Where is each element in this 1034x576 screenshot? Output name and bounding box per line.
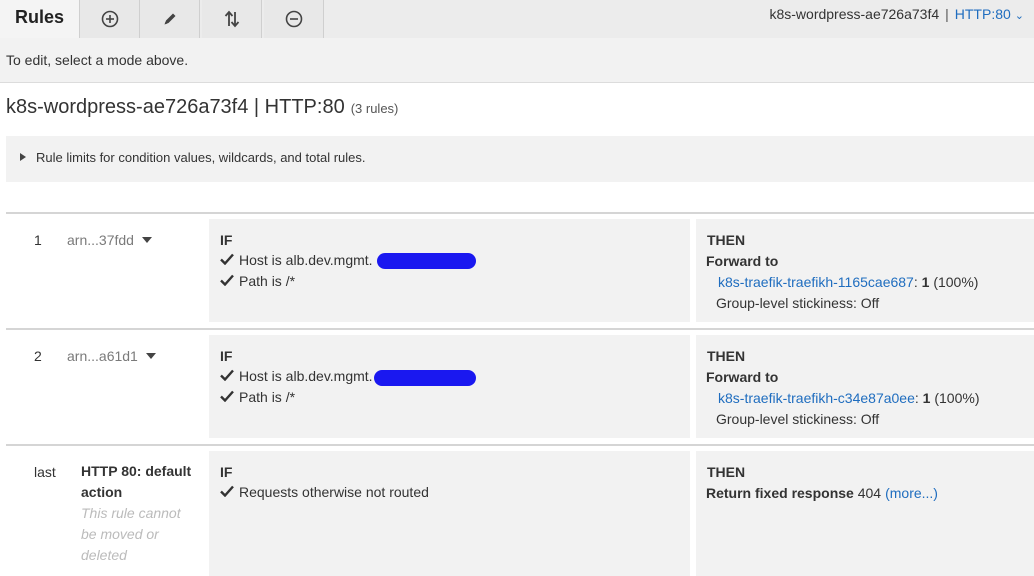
target-group-entry: k8s-traefik-traefikh-c34e87a0ee: 1 (100%…: [718, 390, 980, 406]
then-action-box: THEN Forward to k8s-traefik-traefikh-116…: [696, 219, 1034, 322]
target-separator: :: [913, 274, 918, 290]
forward-to-label: Forward to: [706, 369, 779, 385]
rule-arn-dropdown[interactable]: arn...a61d1: [67, 348, 156, 364]
breadcrumb-load-balancer: k8s-wordpress-ae726a73f4: [769, 6, 940, 22]
check-icon: [220, 273, 234, 289]
condition-text: Requests otherwise not routed: [239, 484, 429, 500]
reorder-rules-tab[interactable]: [202, 0, 262, 38]
fixed-response-label: Return fixed response: [706, 485, 854, 501]
rule-arn: arn...37fdd: [67, 232, 134, 248]
then-label: THEN: [707, 464, 746, 480]
stickiness-status: Group-level stickiness: Off: [716, 295, 880, 311]
then-action-box: THEN Return fixed response 404 (more...): [696, 451, 1034, 576]
if-conditions-box: IF Requests otherwise not routed: [209, 451, 690, 576]
if-conditions-box: IF Host is alb.dev.mgmt. Path is /*: [209, 335, 690, 438]
rule-row: 1 arn...37fdd IF Host is alb.dev.mgmt. P…: [0, 214, 1034, 328]
breadcrumb-separator: |: [945, 6, 949, 22]
rule-priority: 1: [34, 232, 42, 248]
breadcrumb: k8s-wordpress-ae726a73f4 | HTTP:80 ⌄: [769, 6, 1024, 22]
pencil-icon: [164, 13, 175, 25]
target-weight: 1: [922, 390, 931, 406]
redaction-mark: [374, 370, 476, 386]
condition-item: Host is alb.dev.mgmt.: [220, 368, 373, 384]
then-label: THEN: [707, 232, 746, 248]
rule-priority: 2: [34, 348, 42, 364]
condition-item: Requests otherwise not routed: [220, 484, 429, 500]
rule-row: 2 arn...a61d1 IF Host is alb.dev.mgmt. P…: [0, 330, 1034, 444]
condition-text: Path is /*: [239, 273, 296, 289]
status-code: 404: [857, 485, 882, 501]
if-label: IF: [220, 464, 233, 480]
caret-right-icon: [20, 153, 26, 161]
edit-hint: To edit, select a mode above.: [0, 38, 1034, 83]
check-icon: [220, 368, 234, 384]
target-group-link[interactable]: k8s-traefik-traefikh-c34e87a0ee: [718, 390, 915, 406]
check-icon: [220, 252, 234, 268]
chevron-down-icon[interactable]: ⌄: [1015, 10, 1024, 22]
more-link[interactable]: (more...): [885, 485, 938, 501]
target-weight-percent: (100%): [933, 274, 979, 290]
minus-circle-icon: [285, 10, 302, 28]
target-weight: 1: [921, 274, 930, 290]
caret-down-icon[interactable]: [145, 353, 156, 359]
check-icon: [220, 389, 234, 405]
delete-rules-tab[interactable]: [264, 0, 324, 38]
condition-text: Host is alb.dev.mgmt.: [239, 368, 373, 384]
condition-item: Host is alb.dev.mgmt.: [220, 252, 373, 268]
rule-arn: arn...a61d1: [67, 348, 138, 364]
if-label: IF: [220, 348, 233, 364]
plus-circle-icon: [101, 10, 118, 28]
then-label: THEN: [707, 348, 746, 364]
redaction-mark: [377, 253, 476, 269]
check-icon: [220, 484, 234, 500]
listener-dropdown[interactable]: HTTP:80: [955, 6, 1011, 22]
edit-rules-tab[interactable]: [140, 0, 200, 38]
caret-down-icon[interactable]: [141, 237, 152, 243]
condition-item: Path is /*: [220, 273, 295, 289]
if-conditions-box: IF Host is alb.dev.mgmt. Path is /*: [209, 219, 690, 322]
rule-row-default: last HTTP 80: default action This rule c…: [0, 446, 1034, 576]
page-title-text: k8s-wordpress-ae726a73f4 | HTTP:80: [6, 96, 345, 118]
target-weight-percent: (100%): [934, 390, 980, 406]
stickiness-status: Group-level stickiness: Off: [716, 411, 880, 427]
then-action-box: THEN Forward to k8s-traefik-traefikh-c34…: [696, 335, 1034, 438]
page-title: k8s-wordpress-ae726a73f4 | HTTP:80 (3 rul…: [6, 96, 398, 119]
forward-to-label: Forward to: [706, 253, 779, 269]
target-group-entry: k8s-traefik-traefikh-1165cae687: 1 (100%…: [718, 274, 978, 290]
add-rules-tab[interactable]: [80, 0, 140, 38]
target-separator: :: [914, 390, 919, 406]
condition-text: Host is alb.dev.mgmt.: [239, 252, 373, 268]
default-action-label: HTTP 80: default action: [81, 463, 192, 500]
condition-item: Path is /*: [220, 389, 295, 405]
rule-limits-label: Rule limits for condition values, wildca…: [36, 150, 366, 165]
default-action-note: This rule cannot be moved or deleted: [81, 505, 181, 563]
reorder-arrows-icon: [224, 10, 239, 28]
rule-limits-expander[interactable]: Rule limits for condition values, wildca…: [6, 136, 1034, 182]
rule-count: (3 rules): [350, 101, 399, 116]
tab-rules[interactable]: Rules: [0, 0, 80, 38]
rule-priority: last: [34, 464, 56, 480]
if-label: IF: [220, 232, 233, 248]
target-group-link[interactable]: k8s-traefik-traefikh-1165cae687: [718, 274, 914, 290]
rule-arn-dropdown[interactable]: arn...37fdd: [67, 232, 152, 248]
condition-text: Path is /*: [239, 389, 296, 405]
fixed-response-entry: Return fixed response 404 (more...): [706, 485, 938, 501]
rules-toolbar: Rules k8s-wordpress-ae726a73f4 | HTTP:80 ⌄: [0, 0, 1034, 39]
